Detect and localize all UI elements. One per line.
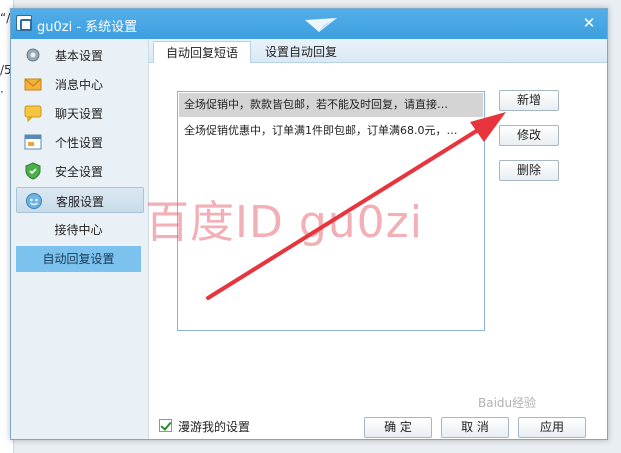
list-item[interactable]: 全场促销优惠中，订单满1件即包邮，订单满68.0元，… (179, 119, 483, 143)
tab-set-auto-reply[interactable]: 设置自动回复 (253, 41, 349, 63)
sidebar-item-label: 基本设置 (55, 49, 104, 63)
delete-button[interactable]: 删除 (499, 160, 559, 181)
tab-bar: 自动回复短语 设置自动回复 (149, 39, 607, 63)
window-title: gu0zi - 系统设置 (37, 20, 138, 35)
roaming-checkbox[interactable] (159, 419, 172, 432)
sidebar-item-basic[interactable]: 基本设置 (16, 42, 144, 68)
edit-button[interactable]: 修改 (499, 125, 559, 146)
apply-button[interactable]: 应用 (518, 417, 586, 438)
footer-bar: 漫游我的设置 确 定 取 消 应用 (149, 409, 607, 439)
content-panel: 自动回复短语 设置自动回复 全场促销中，款款皆包邮，若不能及时回复，请直接… 全… (149, 39, 607, 439)
chat-bubble-icon (24, 105, 42, 122)
ok-button[interactable]: 确 定 (364, 417, 432, 438)
sidebar-item-label: 消息中心 (55, 78, 104, 92)
roaming-label[interactable]: 漫游我的设置 (178, 418, 250, 435)
add-button[interactable]: 新增 (499, 90, 559, 111)
envelope-icon (24, 78, 42, 91)
sidebar-item-chat[interactable]: 聊天设置 (16, 100, 144, 126)
sidebar-item-label: 安全设置 (55, 165, 104, 179)
customer-service-icon (26, 193, 42, 209)
sidebar-subitem-auto-reply[interactable]: 自动回复设置 (16, 246, 141, 272)
close-icon[interactable]: ✕ (579, 13, 599, 33)
sidebar-item-personal[interactable]: 个性设置 (16, 129, 144, 155)
sidebar-item-label: 聊天设置 (55, 107, 104, 121)
sidebar-item-security[interactable]: 安全设置 (16, 158, 144, 184)
sidebar-item-label: 客服设置 (56, 195, 105, 209)
settings-window: gu0zi - 系统设置 ✕ 基本设置 消息中心 聊天设置 个性设置 安全设置 … (10, 8, 608, 440)
gear-icon (26, 48, 40, 62)
list-item[interactable]: 全场促销中，款款皆包邮，若不能及时回复，请直接… (179, 93, 483, 117)
sidebar-item-messages[interactable]: 消息中心 (16, 71, 144, 97)
title-bar[interactable]: gu0zi - 系统设置 ✕ (11, 9, 607, 39)
background-text-fragment: · (0, 85, 4, 99)
paper-plane-icon (305, 18, 337, 32)
sidebar-subitem-reception[interactable]: 接待中心 (16, 217, 141, 243)
tab-auto-reply-phrases[interactable]: 自动回复短语 (153, 41, 252, 63)
app-icon (16, 15, 32, 31)
cancel-button[interactable]: 取 消 (441, 417, 509, 438)
window-icon (24, 134, 42, 150)
sidebar-item-customer-service[interactable]: 客服设置 (16, 187, 144, 213)
phrase-list[interactable]: 全场促销中，款款皆包邮，若不能及时回复，请直接… 全场促销优惠中，订单满1件即包… (177, 91, 485, 331)
sidebar-item-label: 个性设置 (55, 136, 104, 150)
shield-icon (25, 162, 41, 180)
sidebar: 基本设置 消息中心 聊天设置 个性设置 安全设置 客服设置 接待中心 自动回复设… (11, 39, 149, 439)
